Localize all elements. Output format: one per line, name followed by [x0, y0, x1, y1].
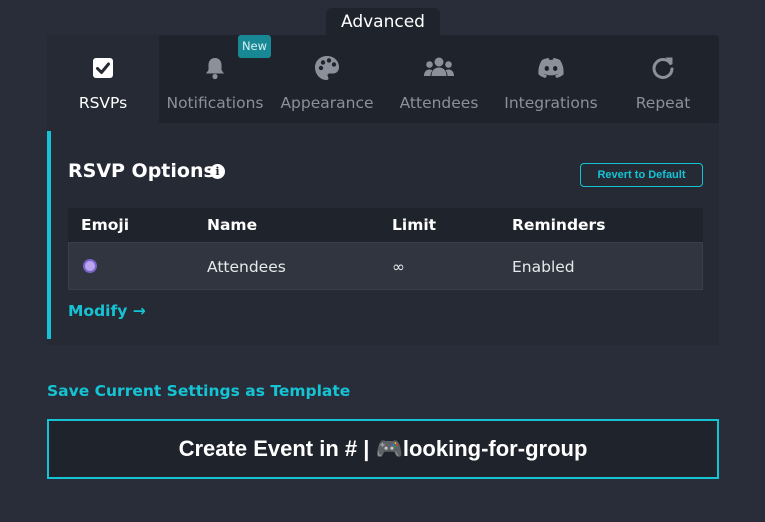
tab-label: Appearance	[280, 94, 374, 112]
tab-label: Repeat	[635, 94, 691, 112]
advanced-section-tab[interactable]: Advanced	[326, 8, 440, 36]
tab-label: Notifications	[166, 94, 264, 112]
column-header-reminders: Reminders	[512, 216, 606, 234]
tab-rsvps[interactable]: RSVPs	[47, 35, 159, 123]
column-header-emoji: Emoji	[81, 216, 130, 234]
column-header-limit: Limit	[392, 216, 437, 234]
panel-accent-bar	[47, 131, 51, 339]
row-reminders: Enabled	[512, 258, 575, 276]
users-icon	[423, 55, 455, 81]
row-name: Attendees	[207, 258, 286, 276]
new-badge: New	[238, 35, 271, 58]
tab-label: Attendees	[399, 94, 479, 112]
save-template-link[interactable]: Save Current Settings as Template	[47, 382, 350, 400]
checkbox-icon	[92, 55, 114, 81]
arrow-right-icon: →	[132, 302, 146, 320]
create-event-button[interactable]: Create Event in # | 🎮looking-for-group	[47, 419, 719, 479]
table-row[interactable]: Attendees ∞ Enabled	[68, 242, 703, 290]
modify-link[interactable]: Modify →	[68, 302, 146, 320]
custom-emoji-icon	[83, 259, 97, 273]
revert-to-default-button[interactable]: Revert to Default	[580, 163, 703, 187]
tab-integrations[interactable]: Integrations	[495, 35, 607, 123]
tab-attendees[interactable]: Attendees	[383, 35, 495, 123]
bell-icon	[204, 55, 226, 81]
rsvp-options-table: Emoji Name Limit Reminders Attendees ∞ E…	[68, 208, 703, 290]
column-header-name: Name	[207, 216, 258, 234]
settings-tab-bar: RSVPs Notifications Appearance Attendees…	[47, 35, 719, 123]
tab-label: RSVPs	[78, 94, 128, 112]
tab-repeat[interactable]: Repeat	[607, 35, 719, 123]
repeat-icon	[651, 55, 675, 81]
modify-label: Modify	[68, 302, 128, 320]
row-limit: ∞	[392, 258, 405, 276]
discord-icon	[537, 55, 565, 81]
panel-title: RSVP Options	[68, 160, 215, 182]
tab-label: Integrations	[504, 94, 598, 112]
info-icon[interactable]: i	[210, 164, 225, 179]
palette-icon	[314, 55, 340, 81]
table-header: Emoji Name Limit Reminders	[68, 208, 703, 242]
tab-appearance[interactable]: Appearance	[271, 35, 383, 123]
